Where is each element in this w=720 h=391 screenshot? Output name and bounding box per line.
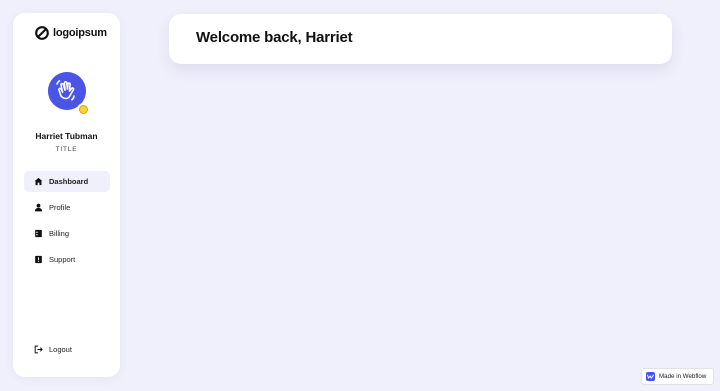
sidebar-item-dashboard[interactable]: Dashboard [24,171,110,192]
sidebar-item-label: Billing [49,229,70,238]
sidebar-item-billing[interactable]: Billing [24,223,110,244]
sidebar-item-label: Dashboard [49,177,89,186]
logo[interactable]: logoipsum [35,26,107,40]
home-icon [34,177,43,186]
sidebar-item-profile[interactable]: Profile [24,197,110,218]
logout-button[interactable]: Logout [34,342,72,356]
logout-icon [34,345,43,353]
sidebar-nav: Dashboard Profile Billing Support [24,171,110,275]
sidebar-item-support[interactable]: Support [24,249,110,270]
logout-label: Logout [49,344,72,354]
webflow-icon [646,372,655,381]
sidebar-item-label: Support [49,255,76,264]
webflow-badge-label: Made in Webflow [659,373,707,380]
welcome-heading: Welcome back, Harriet [196,29,353,46]
sidebar-item-label: Profile [49,203,71,212]
sidebar: logoipsum Harriet Tubman TITLE Dashboard… [13,13,120,377]
user-name: Harriet Tubman [35,131,98,141]
smiley-emoji-icon [77,103,90,116]
avatar[interactable] [48,72,90,116]
billing-icon [35,229,42,238]
user-title: TITLE [55,146,78,153]
logo-icon [35,26,49,40]
logo-text: logoipsum [53,27,107,39]
welcome-card: Welcome back, Harriet [169,14,672,64]
made-in-webflow-badge[interactable]: Made in Webflow [641,368,714,385]
person-icon [34,203,43,212]
support-icon [35,255,42,264]
